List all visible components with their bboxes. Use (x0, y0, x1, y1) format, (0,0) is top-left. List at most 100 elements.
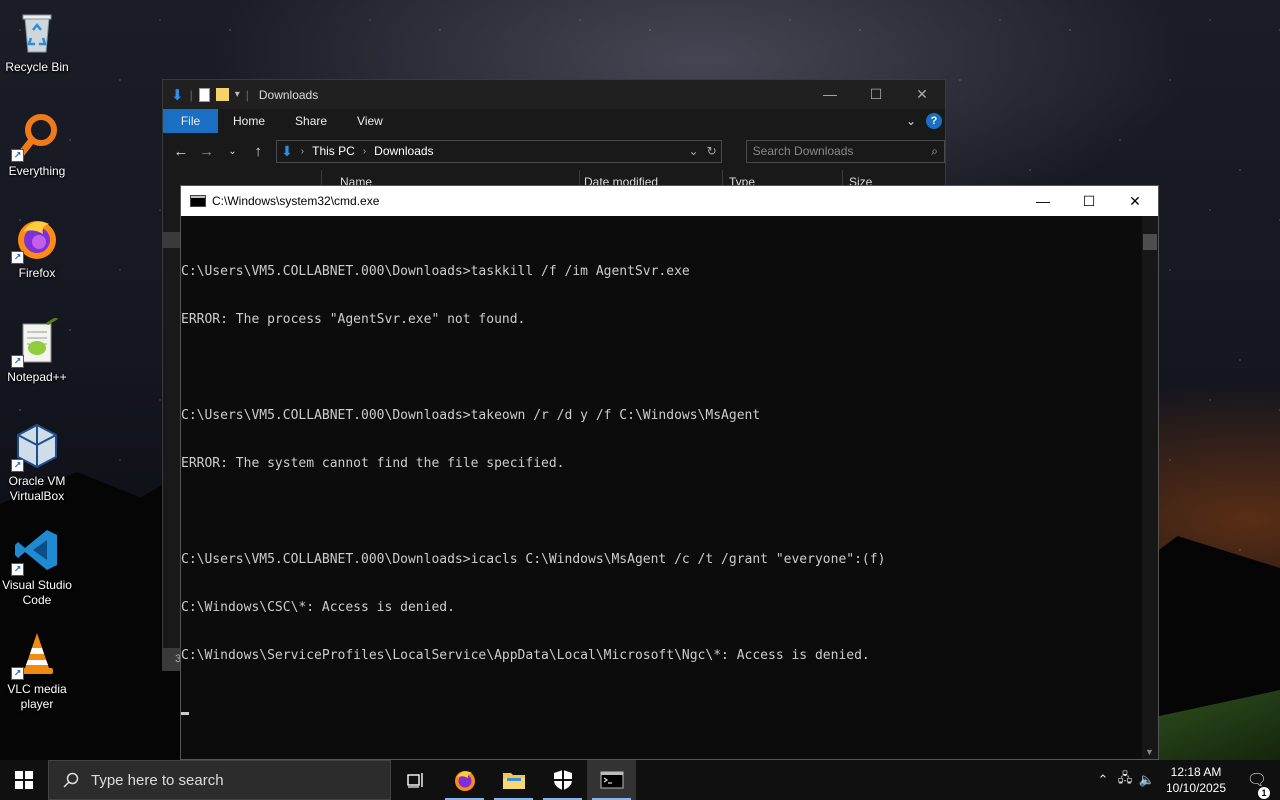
firefox-icon (454, 771, 475, 791)
close-button[interactable]: ✕ (899, 86, 945, 103)
desktop-icon-firefox[interactable]: ↗ Firefox (0, 214, 74, 281)
shortcut-arrow-icon: ↗ (11, 355, 24, 368)
system-tray: ⌃ 🖧 🔈 12:18 AM 10/10/2025 🗨 1 (1092, 760, 1280, 800)
forward-button[interactable]: → (199, 143, 215, 160)
task-view-button[interactable] (391, 760, 440, 800)
search-icon: ⌕ (931, 143, 938, 158)
cmd-icon (190, 195, 206, 207)
taskbar-windows-security[interactable] (538, 760, 587, 800)
shortcut-arrow-icon: ↗ (11, 563, 24, 576)
shortcut-arrow-icon: ↗ (11, 149, 24, 162)
cmd-console-output[interactable]: C:\Users\VM5.COLLABNET.000\Downloads>tas… (181, 216, 1142, 759)
vlc-cone-icon: ↗ (11, 630, 61, 680)
address-bar-row: ← → ⌄ ↑ ⬇ › This PC › Downloads ⌄ ↻ Sear… (163, 133, 945, 169)
cmd-scrollbar[interactable]: ▼ (1142, 216, 1158, 759)
breadcrumb-this-pc[interactable]: This PC (312, 144, 355, 158)
notification-count-badge: 1 (1258, 787, 1270, 799)
desktop-icon-virtualbox[interactable]: ↗ Oracle VM VirtualBox (0, 422, 74, 504)
chevron-down-icon[interactable]: ⌄ (689, 144, 699, 158)
expand-ribbon-icon[interactable]: ⌄ (906, 114, 916, 128)
properties-icon[interactable] (198, 87, 210, 102)
cmd-icon (600, 771, 623, 789)
console-line: C:\Users\VM5.COLLABNET.000\Downloads>ica… (181, 552, 886, 567)
tab-share[interactable]: Share (280, 109, 342, 133)
desktop-icon-label: Recycle Bin (5, 60, 69, 74)
notepad-plus-plus-icon: ↗ (11, 316, 61, 368)
minimize-button[interactable]: — (807, 86, 853, 103)
taskbar: Type here to search ⌃ 🖧 🔈 12:18 AM 10/10… (0, 760, 1280, 800)
console-line: C:\Windows\ServiceProfiles\LocalService\… (181, 648, 870, 663)
task-view-icon (406, 773, 423, 788)
cmd-titlebar[interactable]: C:\Windows\system32\cmd.exe — ☐ ✕ (181, 186, 1158, 216)
explorer-title: Downloads (258, 87, 319, 102)
scrollbar-thumb[interactable] (1143, 234, 1157, 250)
windows-logo-icon (15, 771, 33, 789)
shortcut-arrow-icon: ↗ (11, 459, 24, 472)
clock-date: 10/10/2025 (1165, 781, 1227, 795)
desktop-icon-notepad-plus-plus[interactable]: ↗ Notepad++ (0, 316, 74, 385)
tab-view[interactable]: View (342, 109, 398, 133)
explorer-window-controls: — ☐ ✕ (807, 86, 945, 103)
desktop-icon-label: Notepad++ (7, 370, 67, 384)
minimize-button[interactable]: — (1020, 186, 1066, 216)
download-arrow-icon: ⬇ (171, 86, 184, 104)
close-button[interactable]: ✕ (1112, 186, 1158, 216)
scroll-down-arrow-icon[interactable]: ▼ (1145, 747, 1154, 757)
refresh-icon[interactable]: ↻ (707, 144, 717, 158)
help-button[interactable]: ? (926, 113, 942, 129)
quick-access-toolbar: ⬇ | ▾ | (163, 86, 249, 104)
cmd-window-controls: — ☐ ✕ (1020, 186, 1158, 216)
customize-toolbar-icon[interactable]: ▾ (235, 89, 240, 100)
shortcut-arrow-icon: ↗ (11, 251, 24, 264)
show-hidden-icons-chevron-up-icon[interactable]: ⌃ (1092, 772, 1114, 788)
toolbar-separator: | (189, 87, 193, 102)
desktop-icon-recycle-bin[interactable]: Recycle Bin (0, 8, 74, 75)
address-bar[interactable]: ⬇ › This PC › Downloads ⌄ ↻ (276, 139, 722, 163)
explorer-ribbon: File Home Share View ⌄ ? (163, 109, 945, 133)
cmd-title: C:\Windows\system32\cmd.exe (212, 194, 380, 208)
new-folder-icon[interactable] (215, 88, 229, 101)
taskbar-search-input[interactable]: Type here to search (48, 760, 391, 800)
tab-file[interactable]: File (163, 109, 218, 133)
network-icon[interactable]: 🖧 (1114, 769, 1136, 791)
command-prompt-window[interactable]: C:\Windows\system32\cmd.exe — ☐ ✕ C:\Use… (180, 185, 1159, 760)
volume-icon[interactable]: 🔈 (1136, 772, 1158, 788)
chevron-right-icon: › (300, 145, 305, 157)
action-center-button[interactable]: 🗨 1 (1234, 770, 1280, 799)
search-icon (63, 772, 79, 788)
desktop-icon-label: Oracle VM VirtualBox (8, 474, 66, 503)
nav-pane-scroll[interactable] (163, 232, 180, 248)
recycle-bin-icon (13, 8, 61, 56)
status-bar-fragment: 3 (163, 648, 181, 670)
explorer-titlebar[interactable]: ⬇ | ▾ | Downloads — ☐ ✕ (163, 80, 945, 109)
shield-icon (553, 770, 572, 790)
toolbar-separator: | (245, 87, 249, 102)
breadcrumb-downloads[interactable]: Downloads (374, 144, 433, 158)
maximize-button[interactable]: ☐ (1066, 186, 1112, 216)
taskbar-command-prompt[interactable] (587, 760, 636, 800)
desktop-icon-label: Visual Studio Code (2, 578, 72, 607)
console-line: ERROR: The system cannot find the file s… (181, 456, 565, 471)
desktop-icon-everything[interactable]: ↗ Everything (0, 112, 74, 179)
taskbar-firefox[interactable] (440, 760, 489, 800)
back-button[interactable]: ← (173, 143, 189, 160)
desktop-icon-label: Everything (8, 164, 66, 178)
folder-icon (502, 773, 525, 789)
desktop-icon-vscode[interactable]: ↗ Visual Studio Code (0, 526, 74, 608)
console-line: C:\Users\VM5.COLLABNET.000\Downloads>tak… (181, 408, 761, 423)
console-line: ERROR: The process "AgentSvr.exe" not fo… (181, 312, 526, 327)
start-button[interactable] (0, 760, 48, 800)
clock[interactable]: 12:18 AM 10/10/2025 (1158, 764, 1234, 796)
up-button[interactable]: ↑ (250, 143, 266, 160)
virtualbox-icon: ↗ (11, 422, 61, 472)
search-downloads-input[interactable]: Search Downloads ⌕ (745, 139, 945, 163)
recent-locations-button[interactable]: ⌄ (225, 146, 241, 157)
desktop-icon-vlc[interactable]: ↗ VLC media player (0, 630, 74, 712)
chevron-right-icon: › (362, 145, 367, 157)
taskbar-file-explorer[interactable] (489, 760, 538, 800)
tab-home[interactable]: Home (218, 109, 280, 133)
maximize-button[interactable]: ☐ (853, 86, 899, 103)
vscode-icon: ↗ (11, 526, 61, 576)
